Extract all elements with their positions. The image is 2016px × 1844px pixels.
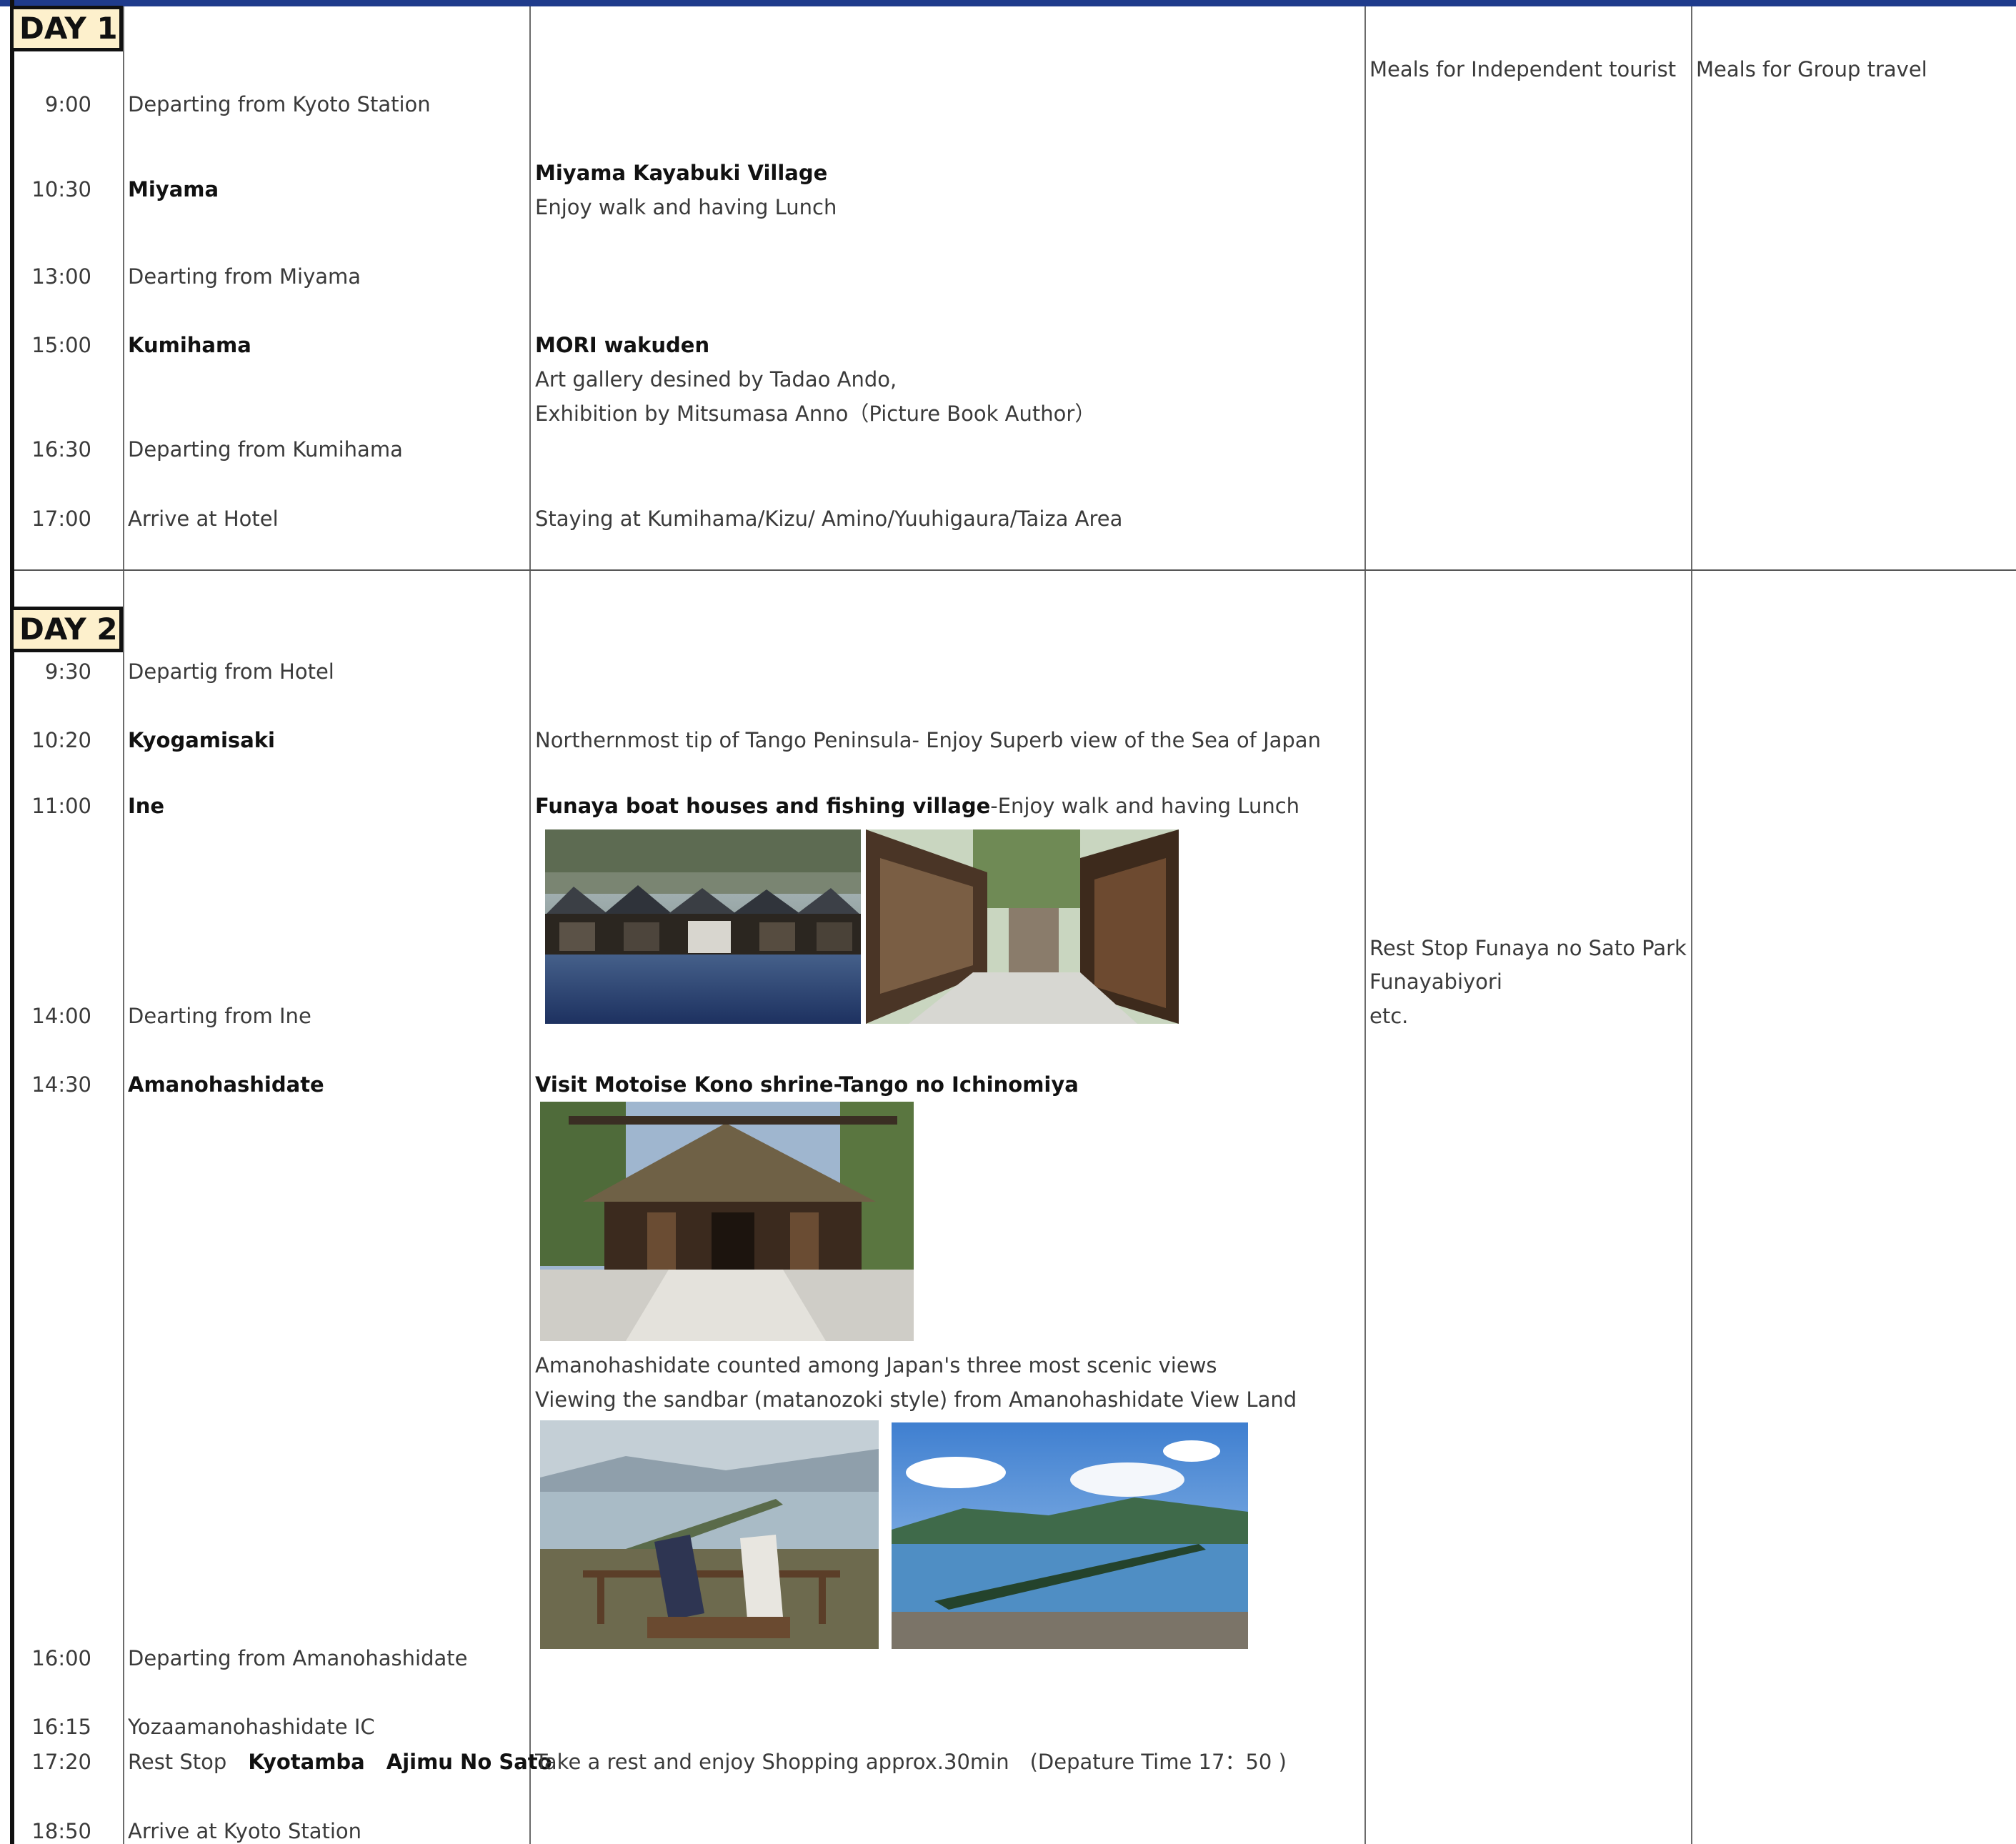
day1-time-6: 17:00 — [31, 507, 91, 531]
column-divider — [1691, 6, 1692, 1844]
day2-place-1: Departig from Hotel — [128, 659, 334, 684]
day2-place-8: Rest Stop Kyotamba Ajimu No Sato — [128, 1750, 552, 1774]
day1-title-2: Miyama Kayabuki Village — [535, 161, 828, 185]
day1-desc-4a: Art gallery desined by Tadao Ando, — [535, 367, 897, 392]
day2-time-4: 14:00 — [31, 1004, 91, 1028]
amanohashidate-sandbar-photo — [892, 1422, 1248, 1649]
day2-desc-3: -Enjoy walk and having Lunch — [990, 794, 1300, 818]
day1-desc-6: Staying at Kumihama/Kizu/ Amino/Yuuhigau… — [535, 507, 1123, 531]
matanozoki-photo — [540, 1420, 879, 1649]
day2-time-3: 11:00 — [31, 794, 91, 818]
day2-desc-8: Take a rest and enjoy Shopping approx.30… — [535, 1750, 1287, 1774]
day-divider — [14, 569, 2016, 571]
day1-place-2: Miyama — [128, 177, 219, 201]
day2-place-4: Dearting from Ine — [128, 1004, 311, 1028]
rest-stop-ajimu: Ajimu No Sato — [386, 1750, 552, 1774]
day2-label: DAY 2 — [10, 607, 123, 652]
day2-time-1: 9:30 — [44, 659, 91, 684]
day2-time-9: 18:50 — [31, 1819, 91, 1843]
top-accent-bar — [0, 0, 2016, 6]
day2-title-3-line: Funaya boat houses and fishing village-E… — [535, 794, 1299, 818]
day1-time-4: 15:00 — [31, 333, 91, 357]
funaya-boathouses-photo — [545, 829, 861, 1024]
day2-time-7: 16:15 — [31, 1715, 91, 1739]
day1-time-5: 16:30 — [31, 437, 91, 462]
day2-meal-2: Funayabiyori — [1369, 970, 1502, 994]
column-divider — [1364, 6, 1366, 1844]
independent-meals-header: Meals for Independent tourist — [1369, 57, 1677, 81]
day2-time-6: 16:00 — [31, 1646, 91, 1670]
day2-time-2: 10:20 — [31, 728, 91, 752]
day2-place-6: Departing from Amanohashidate — [128, 1646, 468, 1670]
day1-place-6: Arrive at Hotel — [128, 507, 279, 531]
day2-title-5: Visit Motoise Kono shrine-Tango no Ichin… — [535, 1072, 1079, 1097]
day1-time-1: 9:00 — [44, 92, 91, 116]
day2-desc-5a: Amanohashidate counted among Japan's thr… — [535, 1353, 1217, 1377]
day2-place-7: Yozaamanohashidate IC — [128, 1715, 375, 1739]
ine-street-photo — [866, 829, 1179, 1024]
day2-desc-5b: Viewing the sandbar (matanozoki style) f… — [535, 1387, 1297, 1412]
group-meals-header: Meals for Group travel — [1696, 57, 1927, 81]
day1-place-3: Dearting from Miyama — [128, 264, 361, 289]
column-divider — [529, 6, 531, 1844]
day1-desc-2: Enjoy walk and having Lunch — [535, 195, 837, 219]
day2-place-3: Ine — [128, 794, 165, 818]
day2-place-9: Arrive at Kyoto Station — [128, 1819, 362, 1843]
day2-time-5: 14:30 — [31, 1072, 91, 1097]
day2-meal-1: Rest Stop Funaya no Sato Park — [1369, 936, 1687, 960]
column-divider — [123, 6, 124, 1844]
day1-time-3: 13:00 — [31, 264, 91, 289]
day1-place-5: Departing from Kumihama — [128, 437, 403, 462]
rest-stop-kyotamba: Kyotamba — [248, 1750, 365, 1774]
day1-label: DAY 1 — [10, 6, 123, 51]
day1-desc-4b: Exhibition by Mitsumasa Anno（Picture Boo… — [535, 402, 1096, 426]
rest-stop-prefix: Rest Stop — [128, 1750, 227, 1774]
day2-place-5: Amanohashidate — [128, 1072, 324, 1097]
day2-place-2: Kyogamisaki — [128, 728, 275, 752]
day1-place-1: Departing from Kyoto Station — [128, 92, 431, 116]
day2-time-8: 17:20 — [31, 1750, 91, 1774]
day2-desc-2: Northernmost tip of Tango Peninsula- Enj… — [535, 728, 1321, 752]
day2-meal-3: etc. — [1369, 1004, 1409, 1028]
day1-title-4: MORI wakuden — [535, 333, 710, 357]
day1-time-2: 10:30 — [31, 177, 91, 201]
day2-title-3: Funaya boat houses and fishing village — [535, 794, 991, 818]
kono-shrine-photo — [540, 1102, 914, 1341]
day1-place-4: Kumihama — [128, 333, 251, 357]
